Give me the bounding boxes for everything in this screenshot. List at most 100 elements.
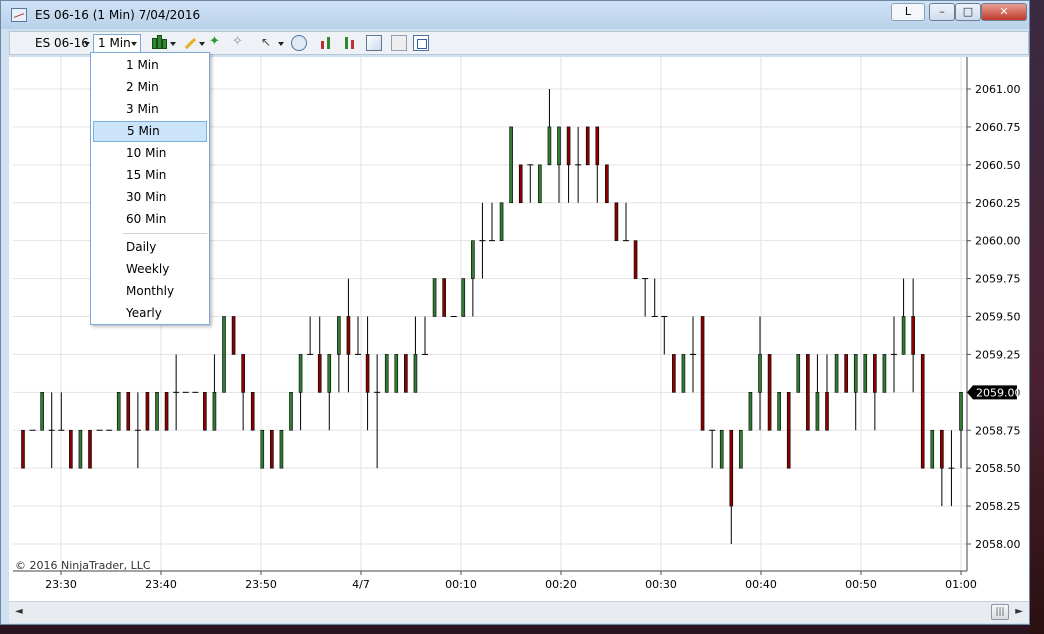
price-bar-up <box>413 354 418 393</box>
price-bar-down <box>844 354 848 393</box>
chart-style-icon[interactable] <box>151 35 167 51</box>
y-tick-label: 2059.50 <box>975 311 1021 324</box>
scroll-left-arrow-icon[interactable]: ◄ <box>15 606 23 617</box>
minimize-button[interactable]: – <box>929 3 955 21</box>
drawing-tool-icon[interactable] <box>182 35 198 51</box>
price-bar-up <box>327 354 332 393</box>
price-bar-down <box>595 126 600 166</box>
current-price-label: 2059.00 <box>976 386 1022 399</box>
price-bar-up <box>279 429 284 469</box>
price-bar-up <box>155 392 159 431</box>
price-bar-up <box>796 354 801 393</box>
period-option-15-min[interactable]: 15 Min <box>93 165 207 186</box>
price-bar-down <box>767 354 772 431</box>
x-tick-label: 00:10 <box>445 578 477 591</box>
price-bar-down <box>806 354 810 431</box>
period-option-1-min[interactable]: 1 Min <box>93 55 207 76</box>
x-tick-label: 00:20 <box>545 578 577 591</box>
x-tick-label: 01:00 <box>945 578 977 591</box>
period-option-5-min[interactable]: 5 Min <box>93 121 207 142</box>
link-button[interactable]: L <box>891 3 925 21</box>
price-bar-up <box>557 126 561 166</box>
x-tick-label: 23:40 <box>145 578 177 591</box>
cursor-icon[interactable]: ↖ <box>261 35 277 51</box>
price-bar-down <box>241 354 245 393</box>
price-bar-down <box>69 429 73 469</box>
price-bar-up <box>719 429 724 469</box>
price-bar-up <box>461 278 466 317</box>
price-bar-up <box>509 126 513 204</box>
price-bar-up <box>116 392 121 431</box>
copyright-text: © 2016 NinjaTrader, LLC <box>15 559 151 572</box>
strategies-icon[interactable] <box>343 35 359 51</box>
period-option-3-min[interactable]: 3 Min <box>93 99 207 120</box>
price-bar-up <box>298 354 303 393</box>
price-bar-up <box>471 240 475 279</box>
price-bar-up <box>78 429 83 469</box>
price-bar-down <box>442 278 446 317</box>
price-bar-up <box>212 392 217 431</box>
chevron-down-icon <box>131 42 137 46</box>
chevron-down-icon[interactable] <box>278 42 284 46</box>
instrument-label: ES 06-16 <box>35 36 89 50</box>
y-tick-label: 2060.75 <box>975 121 1021 134</box>
indicators-icon[interactable] <box>319 35 335 51</box>
chevron-down-icon[interactable] <box>199 42 205 46</box>
templates-icon[interactable] <box>413 35 429 51</box>
price-bar-up <box>547 126 552 166</box>
price-bar-up <box>260 429 265 469</box>
period-option-2-min[interactable]: 2 Min <box>93 77 207 98</box>
price-bar-up <box>748 392 753 431</box>
y-tick-label: 2059.75 <box>975 273 1021 286</box>
price-bar-down <box>126 392 131 431</box>
remove-indicator-icon[interactable]: ✧ <box>232 35 248 51</box>
price-bar-down <box>365 354 370 393</box>
price-bar-up <box>681 354 686 393</box>
period-option-yearly[interactable]: Yearly <box>93 303 207 324</box>
price-bar-down <box>346 316 351 355</box>
close-button[interactable]: ✕ <box>981 3 1027 21</box>
instrument-selector[interactable]: ES 06-16 <box>30 34 94 53</box>
chevron-down-icon <box>84 42 90 46</box>
price-bar-down <box>729 429 734 507</box>
window-title: ES 06-16 (1 Min) 7/04/2016 <box>35 8 201 22</box>
chevron-down-icon[interactable] <box>170 42 176 46</box>
price-bar-down <box>21 429 25 469</box>
add-indicator-icon[interactable]: ✦ <box>209 35 225 51</box>
period-selector[interactable]: 1 Min <box>93 34 141 53</box>
price-bar-up <box>222 316 226 393</box>
x-tick-label: 00:30 <box>645 578 677 591</box>
horizontal-scrollbar[interactable]: ◄ ||| ► <box>9 601 1029 623</box>
scroll-right-arrow-icon[interactable]: ► <box>1015 606 1023 617</box>
price-bar-down <box>270 429 274 469</box>
period-option-monthly[interactable]: Monthly <box>93 281 207 302</box>
menu-separator <box>123 233 207 234</box>
y-tick-label: 2058.50 <box>975 462 1021 475</box>
price-bar-down <box>585 126 590 166</box>
price-bar-up <box>432 278 437 317</box>
period-option-30-min[interactable]: 30 Min <box>93 187 207 208</box>
price-bar-up <box>499 202 504 241</box>
maximize-button[interactable]: □ <box>955 3 981 21</box>
title-bar[interactable]: ES 06-16 (1 Min) 7/04/2016 L – □ ✕ <box>1 1 1029 29</box>
zoom-icon[interactable] <box>291 35 307 51</box>
price-bar-down <box>317 354 322 393</box>
period-dropdown-menu: 1 Min 2 Min 3 Min 5 Min 10 Min 15 Min 30 Min 60… <box>90 52 210 325</box>
period-option-10-min[interactable]: 10 Min <box>93 143 207 164</box>
price-bar-down <box>404 354 408 393</box>
period-option-daily[interactable]: Daily <box>93 237 207 258</box>
price-bar-up <box>777 392 781 431</box>
data-box-icon[interactable] <box>391 35 407 51</box>
price-bar-up <box>815 392 820 431</box>
period-label: 1 Min <box>98 36 131 50</box>
period-option-60-min[interactable]: 60 Min <box>93 209 207 230</box>
y-tick-label: 2061.00 <box>975 83 1021 96</box>
scroll-thumb[interactable]: ||| <box>991 604 1009 620</box>
period-option-weekly[interactable]: Weekly <box>93 259 207 280</box>
price-bar-up <box>901 316 906 355</box>
y-tick-label: 2059.25 <box>975 348 1021 361</box>
chart-properties-icon[interactable] <box>366 35 382 51</box>
y-tick-label: 2060.25 <box>975 197 1021 210</box>
price-bar-up <box>538 164 542 204</box>
price-bar-up <box>384 354 389 393</box>
